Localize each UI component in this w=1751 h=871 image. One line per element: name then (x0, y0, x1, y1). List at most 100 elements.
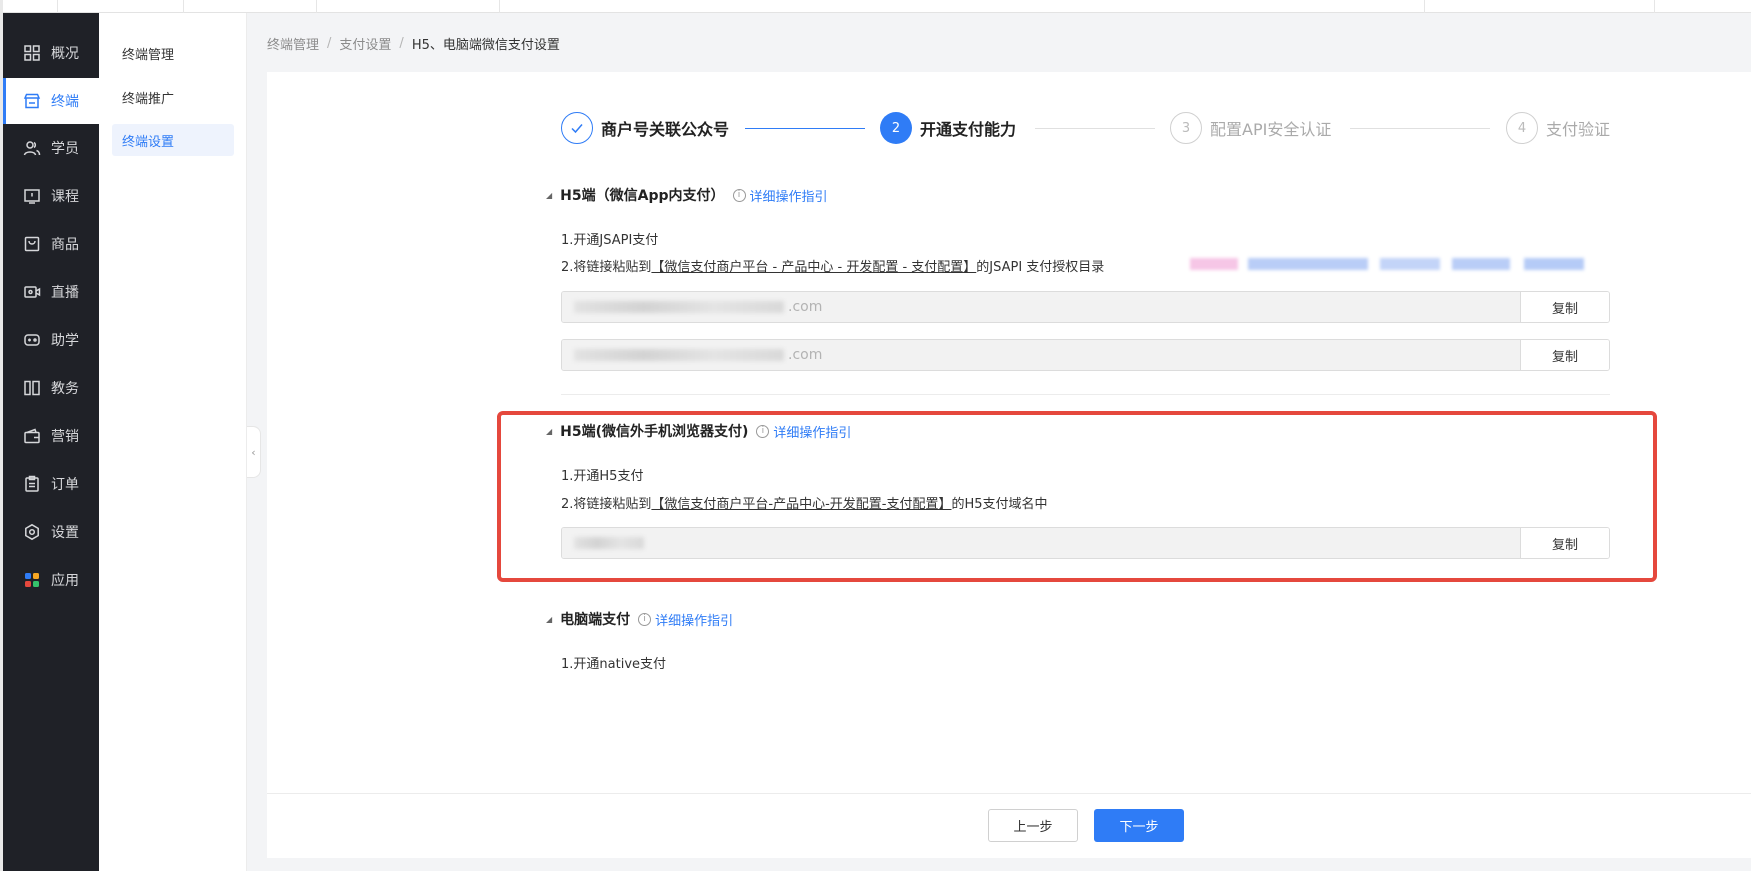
nav-item-orders[interactable]: 订单 (3, 461, 99, 507)
nav-item-apps[interactable]: 应用 (3, 557, 99, 603)
step-label: 开通支付能力 (920, 120, 1017, 139)
top-bar (0, 0, 1751, 13)
goods-icon (23, 235, 41, 253)
breadcrumb: 终端管理 / 支付设置 / H5、电脑端微信支付设置 (267, 33, 560, 53)
redacted-text (1248, 258, 1368, 270)
url-copy-row: .com 复制 (561, 291, 1610, 323)
sub-nav: 终端管理 终端推广 终端设置 (99, 13, 247, 871)
copy-button[interactable]: 复制 (1520, 528, 1609, 558)
platform-path-link: 【微信支付商户平台-产品中心-开发配置-支付配置】 (651, 497, 952, 512)
copy-button[interactable]: 复制 (1520, 340, 1609, 370)
guide-link[interactable]: i 详细操作指引 (732, 186, 828, 205)
breadcrumb-item[interactable]: 终端管理 (267, 34, 319, 53)
gear-icon (23, 523, 41, 541)
info-icon: i (638, 612, 652, 626)
redacted-text (1452, 258, 1510, 270)
step-label: 配置API安全认证 (1210, 120, 1332, 139)
step-connector (1350, 128, 1490, 129)
collapse-sidebar-toggle[interactable]: ‹ (247, 426, 261, 478)
copy-button[interactable]: 复制 (1520, 292, 1609, 322)
nav-item-marketing[interactable]: 营销 (3, 413, 99, 459)
top-bar-segment (184, 0, 317, 13)
step-number: 3 (1170, 112, 1202, 144)
caret-icon: ◢ (546, 190, 553, 200)
check-icon (561, 112, 593, 144)
top-bar-segment (0, 0, 58, 13)
redacted-text (1524, 258, 1584, 270)
instruction-line: 2.将链接粘贴到【微信支付商户平台 - 产品中心 - 开发配置 - 支付配置】的… (561, 260, 1105, 275)
platform-path-link: 【微信支付商户平台 - 产品中心 - 开发配置 - 支付配置】 (651, 260, 977, 275)
info-icon: i (756, 424, 770, 438)
nav-item-label: 商品 (51, 237, 79, 253)
url-field[interactable]: .com (562, 292, 1520, 322)
instruction-line: 1.开通native支付 (561, 657, 667, 672)
previous-step-button[interactable]: 上一步 (988, 809, 1078, 842)
nav-item-overview[interactable]: 概况 (3, 30, 99, 76)
step-2: 2 开通支付能力 (880, 112, 1016, 144)
url-field[interactable]: .com (562, 340, 1520, 370)
wallet-icon (23, 427, 41, 445)
footer-divider (267, 793, 1751, 794)
instruction-line: 1.开通H5支付 (561, 469, 644, 484)
course-icon (23, 187, 41, 205)
redacted-text (574, 537, 644, 549)
step-3: 3 配置API安全认证 (1170, 112, 1331, 144)
users-icon (23, 139, 41, 157)
nav-item-label: 设置 (51, 525, 79, 541)
nav-item-label: 营销 (51, 429, 79, 445)
guide-link[interactable]: i 详细操作指引 (756, 422, 851, 441)
step-connector (1035, 128, 1155, 129)
nav-item-settings[interactable]: 设置 (3, 509, 99, 555)
nav-item-label: 直播 (51, 285, 79, 301)
redacted-text (1380, 258, 1440, 270)
sub-item-terminal-settings[interactable]: 终端设置 (112, 124, 234, 156)
nav-item-study-aid[interactable]: 助学 (3, 317, 99, 363)
nav-item-students[interactable]: 学员 (3, 125, 99, 171)
nav-item-label: 助学 (51, 333, 79, 349)
step-connector (745, 128, 865, 129)
clipboard-icon (23, 475, 41, 493)
chevron-left-icon: ‹ (251, 445, 256, 459)
redacted-text (574, 301, 784, 313)
nav-item-goods[interactable]: 商品 (3, 221, 99, 267)
nav-item-courses[interactable]: 课程 (3, 173, 99, 219)
info-icon: i (732, 188, 746, 202)
breadcrumb-item[interactable]: 支付设置 (339, 34, 391, 53)
step-number: 4 (1506, 112, 1538, 144)
section-title-pc: ◢ 电脑端支付 i 详细操作指引 (546, 609, 733, 629)
caret-icon: ◢ (546, 614, 553, 624)
nav-item-label: 订单 (51, 477, 79, 493)
next-step-button[interactable]: 下一步 (1094, 809, 1184, 842)
guide-link[interactable]: i 详细操作指引 (638, 610, 733, 629)
caret-icon: ◢ (546, 426, 553, 436)
nav-item-terminal[interactable]: 终端 (3, 78, 99, 124)
book-icon (23, 379, 41, 397)
section-divider (561, 394, 1610, 395)
nav-item-label: 教务 (51, 381, 79, 397)
instruction-line: 1.开通JSAPI支付 (561, 233, 659, 248)
sub-item-terminal-management[interactable]: 终端管理 (112, 37, 234, 69)
grid-icon (23, 44, 41, 62)
redacted-text (574, 349, 784, 361)
redacted-text (1190, 258, 1238, 270)
step-1: 商户号关联公众号 (561, 112, 729, 144)
breadcrumb-separator: / (399, 35, 404, 51)
main-panel (267, 72, 1751, 858)
nav-item-label: 终端 (51, 94, 79, 110)
sub-item-terminal-promotion[interactable]: 终端推广 (112, 81, 234, 113)
step-4: 4 支付验证 (1506, 112, 1610, 144)
live-icon (23, 283, 41, 301)
top-bar-segment (1290, 0, 1425, 13)
url-copy-row: .com 复制 (561, 339, 1610, 371)
nav-item-academic[interactable]: 教务 (3, 365, 99, 411)
nav-item-label: 概况 (51, 46, 79, 62)
step-number: 2 (880, 112, 912, 144)
nav-item-label: 学员 (51, 141, 79, 157)
gamepad-icon (23, 331, 41, 349)
step-label: 商户号关联公众号 (601, 120, 730, 139)
url-field[interactable] (562, 528, 1520, 558)
nav-item-live[interactable]: 直播 (3, 269, 99, 315)
apps-icon (23, 571, 41, 589)
url-copy-row: 复制 (561, 527, 1610, 559)
nav-item-label: 应用 (51, 573, 79, 589)
